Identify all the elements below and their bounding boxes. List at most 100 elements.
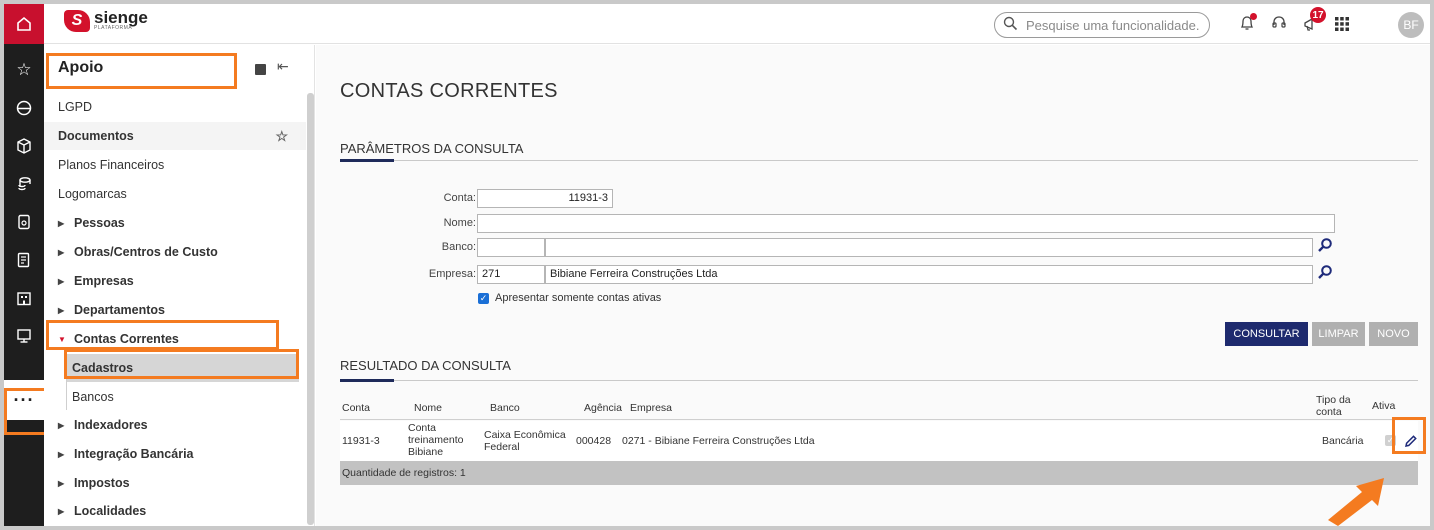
cell-banco-line1: Caixa Econômica <box>484 429 566 441</box>
conta-field[interactable]: 11931-3 <box>477 189 613 208</box>
sidebar-scrollbar[interactable] <box>307 93 314 525</box>
search-icon <box>1003 16 1018 35</box>
empresa-name-field[interactable]: Bibiane Ferreira Construções Ltda <box>545 265 1313 284</box>
section-accent <box>340 379 394 382</box>
home-icon[interactable] <box>4 4 44 44</box>
sidebar-item-indexadores[interactable]: ▶ Indexadores <box>44 411 306 439</box>
table-row[interactable]: 11931-3 Conta treinamento Bibiane Caixa … <box>340 421 1418 461</box>
sidebar-item-label: Indexadores <box>74 418 148 432</box>
empresa-search-icon[interactable] <box>1317 264 1333 284</box>
monitor-icon[interactable] <box>4 316 44 356</box>
sidebar-item-cadastros[interactable]: Cadastros <box>67 354 299 382</box>
sidebar-item-label: Documentos <box>58 129 134 143</box>
more-icon[interactable]: ··· <box>4 380 44 420</box>
consultar-button[interactable]: CONSULTAR <box>1225 322 1308 346</box>
divider <box>340 160 1418 161</box>
col-tipo-line1[interactable]: Tipo da <box>1316 394 1351 406</box>
empresa-code-field[interactable]: 271 <box>477 265 545 284</box>
banco-search-icon[interactable] <box>1317 237 1333 257</box>
sidebar-item-bancos[interactable]: Bancos <box>44 383 306 411</box>
coins-icon[interactable] <box>4 164 44 204</box>
search-input[interactable]: Pesquise uma funcionalidade. <box>994 12 1210 38</box>
nome-label: Nome: <box>443 217 476 229</box>
sidebar-item-label: Obras/Centros de Custo <box>74 245 218 259</box>
novo-button[interactable]: NOVO <box>1369 322 1418 346</box>
chevron-right-icon: ▶ <box>58 449 65 459</box>
sidebar-item-label: LGPD <box>58 100 93 114</box>
banco-name-field[interactable] <box>545 238 1313 257</box>
invoice-icon[interactable] <box>4 202 44 242</box>
table-footer: Quantidade de registros: 1 <box>340 461 1418 485</box>
col-empresa[interactable]: Empresa <box>630 402 672 414</box>
sidebar-item-impostos[interactable]: ▶ Impostos <box>44 469 306 497</box>
sidebar-item-pessoas[interactable]: ▶ Pessoas <box>44 209 306 237</box>
nome-field[interactable] <box>477 214 1335 233</box>
cell-nome-line3: Bibiane <box>408 446 444 458</box>
sidebar-item-contas-correntes[interactable]: ▼ Contas Correntes <box>44 325 306 353</box>
col-ativa[interactable]: Ativa <box>1372 400 1395 412</box>
collapse-all-icon[interactable] <box>255 64 266 75</box>
cell-banco-line2: Federal <box>484 441 520 453</box>
empresa-label: Empresa: <box>428 268 476 280</box>
col-banco[interactable]: Banco <box>490 402 520 414</box>
megaphone-badge: 17 <box>1310 7 1326 23</box>
limpar-button[interactable]: LIMPAR <box>1312 322 1365 346</box>
sidebar-item-departamentos[interactable]: ▶ Departamentos <box>44 296 306 324</box>
cell-conta: 11931-3 <box>342 435 380 447</box>
record-count: Quantidade de registros: 1 <box>342 467 466 479</box>
sidebar-item-label: Planos Financeiros <box>58 158 165 172</box>
sidebar-item-obras[interactable]: ▶ Obras/Centros de Custo <box>44 238 306 266</box>
star-icon[interactable]: ☆ <box>4 50 44 90</box>
col-conta[interactable]: Conta <box>342 402 370 414</box>
sidebar-item-label: Impostos <box>74 476 130 490</box>
active-only-checkbox[interactable]: ✓ <box>478 293 489 304</box>
cell-tipo: Bancária <box>1322 435 1364 447</box>
sidebar-item-integracao-bancaria[interactable]: ▶ Integração Bancária <box>44 440 306 468</box>
apps-grid-icon[interactable] <box>1334 16 1350 37</box>
headset-icon[interactable] <box>1270 14 1288 37</box>
chevron-right-icon: ▶ <box>58 218 65 228</box>
sidebar-item-label: Logomarcas <box>58 187 127 201</box>
col-nome[interactable]: Nome <box>414 402 442 414</box>
banco-code-field[interactable] <box>477 238 545 257</box>
app-window: ☆ ··· S sienge PLATAFORMA Pesquise uma f… <box>4 4 1430 526</box>
pointer-arrow-icon <box>1328 478 1384 526</box>
building-icon[interactable] <box>4 278 44 318</box>
cell-empresa: 0271 - Bibiane Ferreira Construções Ltda <box>622 435 815 447</box>
cell-nome-line2: treinamento <box>408 434 464 446</box>
table-header: Conta Nome Banco Agência Empresa Tipo da… <box>340 390 1418 420</box>
chevron-right-icon: ▶ <box>58 247 65 257</box>
sidebar-item-label: Empresas <box>74 274 134 288</box>
helmet-icon[interactable] <box>4 88 44 128</box>
main-content: CONTAS CORRENTES PARÂMETROS DA CONSULTA … <box>316 45 1430 526</box>
sienge-logo[interactable]: S sienge PLATAFORMA <box>64 9 148 32</box>
notification-dot <box>1250 13 1257 20</box>
sidebar-item-logomarcas[interactable]: Logomarcas <box>44 180 306 208</box>
cell-nome-line1: Conta <box>408 422 437 434</box>
sidebar-item-label: Bancos <box>72 390 114 404</box>
banco-label: Banco: <box>441 241 476 253</box>
col-agencia[interactable]: Agência <box>584 402 622 414</box>
sidebar-item-planos-financeiros[interactable]: Planos Financeiros <box>44 151 306 179</box>
cube-icon[interactable] <box>4 126 44 166</box>
avatar[interactable]: BF <box>1398 12 1424 38</box>
chevron-right-icon: ▶ <box>58 478 65 488</box>
sidebar-item-documentos[interactable]: Documentos ☆ <box>44 122 306 150</box>
collapse-sidebar-icon[interactable]: ⇤ <box>277 58 289 75</box>
edit-pencil-icon[interactable] <box>1400 430 1422 452</box>
star-icon[interactable]: ☆ <box>275 128 288 145</box>
sidebar-item-localidades[interactable]: ▶ Localidades <box>44 497 306 525</box>
sidebar-item-lgpd[interactable]: LGPD <box>44 93 306 121</box>
search-placeholder: Pesquise uma funcionalidade. <box>1026 17 1200 33</box>
sidebar-item-empresas[interactable]: ▶ Empresas <box>44 267 306 295</box>
sidebar-item-label: Integração Bancária <box>74 447 194 461</box>
conta-label: Conta: <box>443 192 476 204</box>
sidebar-item-label: Localidades <box>74 504 147 518</box>
top-bar: S sienge PLATAFORMA Pesquise uma funcion… <box>44 4 1430 44</box>
cell-agencia: 000428 <box>576 435 612 447</box>
logo-mark: S <box>64 10 90 32</box>
col-tipo-line2: conta <box>1316 406 1342 418</box>
report-icon[interactable] <box>4 240 44 280</box>
sidebar-item-label: Cadastros <box>72 361 134 375</box>
page-title: CONTAS CORRENTES <box>340 80 558 102</box>
